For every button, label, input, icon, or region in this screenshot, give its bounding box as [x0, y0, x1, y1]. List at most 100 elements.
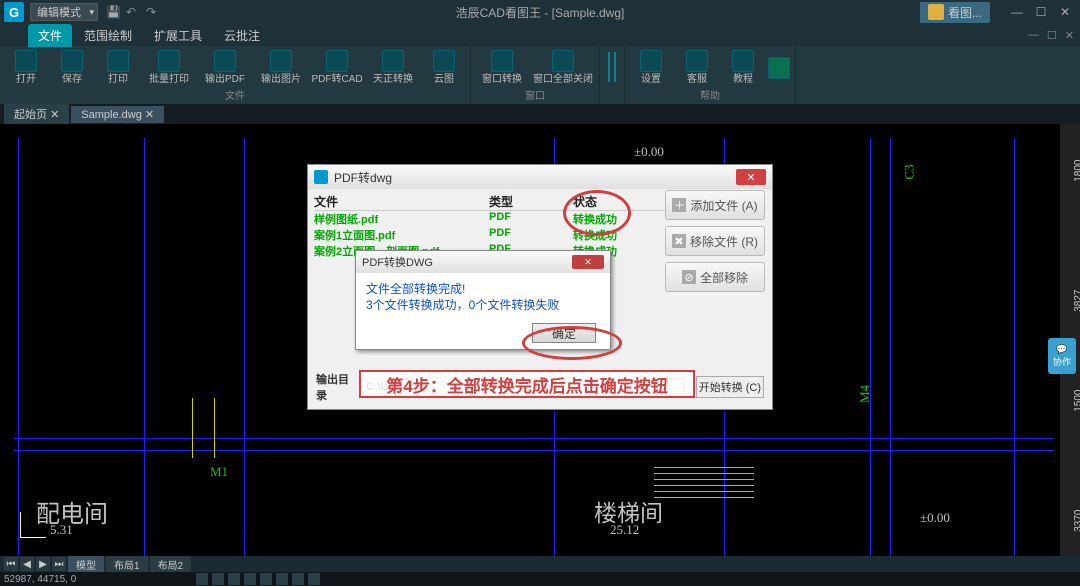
dialog-close-button[interactable]: ✕: [736, 169, 766, 185]
window-switch-button[interactable]: 窗口转换: [475, 48, 529, 87]
tab-file[interactable]: 文件: [28, 24, 72, 47]
print-button[interactable]: 打印: [96, 48, 140, 87]
start-convert-button[interactable]: 开始转换 (C): [696, 376, 764, 398]
tab-sample-dwg[interactable]: Sample.dwg ✕: [71, 106, 164, 123]
snap-icon[interactable]: [196, 573, 208, 585]
close-all-button[interactable]: 窗口全部关闭: [531, 48, 595, 87]
grid-icon[interactable]: [212, 573, 224, 585]
collab-float-button[interactable]: 💬 协作: [1048, 338, 1076, 374]
dynopt-icon[interactable]: [308, 573, 320, 585]
app-title: 浩辰CAD看图王 - [Sample.dwg]: [456, 4, 625, 21]
maximize-button[interactable]: ☐: [1030, 3, 1052, 21]
save-icon[interactable]: 💾: [106, 5, 120, 19]
avatar-icon: [928, 4, 944, 20]
remove-all-button[interactable]: ⊘全部移除: [665, 262, 765, 292]
col-file: 文件: [314, 193, 489, 210]
titlebar: G 编辑模式 💾 ↶ ↷ 浩辰CAD看图王 - [Sample.dwg] 看图.…: [0, 0, 1080, 24]
room-dim: 5.31: [50, 522, 73, 538]
minimize-button[interactable]: —: [1006, 3, 1028, 21]
tab-cloud[interactable]: 云批注: [214, 24, 270, 47]
tutorial-button[interactable]: 教程: [721, 48, 765, 87]
group-label: 文件: [4, 87, 466, 104]
mdi-restore[interactable]: ☐: [1047, 29, 1057, 42]
close-icon[interactable]: ✕: [145, 109, 154, 121]
quick-access-toolbar: 💾 ↶ ↷: [106, 5, 160, 19]
add-file-button[interactable]: ＋添加文件 (A): [665, 190, 765, 220]
more-button[interactable]: [767, 48, 791, 87]
batch-print-button[interactable]: 批量打印: [142, 48, 196, 87]
menubar: 文件 范围绘制 扩展工具 云批注 — ☐ ✕: [0, 24, 1080, 46]
ok-button[interactable]: 确定: [532, 323, 596, 343]
print-icon: [107, 50, 129, 72]
osnap-icon[interactable]: [260, 573, 272, 585]
ruler-value: 1500: [1073, 390, 1080, 412]
msgbox-title: PDF转换DWG: [362, 254, 433, 270]
cloud-icon: [433, 50, 455, 72]
grid-icon: [768, 57, 790, 79]
undo-icon[interactable]: ↶: [126, 5, 140, 19]
clear-icon: ⊘: [682, 270, 696, 284]
tab-layout2[interactable]: 布局2: [150, 556, 192, 573]
batch-print-icon: [158, 50, 180, 72]
msgbox-titlebar[interactable]: PDF转换DWG ✕: [356, 251, 610, 273]
mdi-min[interactable]: —: [1028, 29, 1039, 42]
window-icon: [491, 50, 513, 72]
settings-button[interactable]: 设置: [629, 48, 673, 87]
tianzheng-button[interactable]: 天正转换: [366, 48, 420, 87]
remove-file-button[interactable]: ✖移除文件 (R): [665, 226, 765, 256]
ribbon: 打开 保存 打印 批量打印 输出PDF 输出图片 PDF转CAD 天正转换 云图…: [0, 46, 1080, 104]
app-logo: G: [4, 2, 24, 22]
close-icon[interactable]: ✕: [50, 109, 59, 121]
dialog-titlebar[interactable]: PDF转dwg ✕: [308, 165, 772, 189]
col-type: 类型: [489, 193, 573, 210]
otrack-icon[interactable]: [276, 573, 288, 585]
open-button[interactable]: 打开: [4, 48, 48, 87]
help-icon: [732, 50, 754, 72]
nav-prev[interactable]: ◀: [20, 557, 34, 571]
tab-layout1[interactable]: 布局1: [106, 556, 148, 573]
group-label: 帮助: [629, 87, 791, 104]
tab-draw[interactable]: 范围绘制: [74, 24, 142, 47]
ribbon-group-window: 窗口转换 窗口全部关闭 窗口: [471, 46, 600, 104]
dim-annotation: ±0.00: [920, 510, 950, 526]
convert-icon: [326, 50, 348, 72]
nav-last[interactable]: ⏭: [52, 557, 66, 571]
pdf-to-cad-button[interactable]: PDF转CAD: [310, 48, 364, 87]
export-image-button[interactable]: 输出图片: [254, 48, 308, 87]
x-icon: ✖: [672, 234, 686, 248]
dialog-side-buttons: ＋添加文件 (A) ✖移除文件 (R) ⊘全部移除: [665, 190, 765, 292]
support-button[interactable]: 客服: [675, 48, 719, 87]
coordinates: 52987, 44715, 0: [4, 574, 76, 585]
redo-icon[interactable]: ↷: [146, 5, 160, 19]
close-button[interactable]: ✕: [1054, 3, 1076, 21]
mdi-close[interactable]: ✕: [1065, 29, 1074, 42]
tutorial-annotation: 第4步：全部转换完成后点击确定按钮: [359, 370, 695, 398]
tab-model[interactable]: 模型: [68, 556, 104, 573]
tag-c3: C3: [902, 164, 918, 179]
ribbon-group-help: 设置 客服 教程 帮助: [625, 46, 796, 104]
group-label: 窗口: [475, 87, 595, 104]
lwclean-icon[interactable]: [292, 573, 304, 585]
tz-icon: [382, 50, 404, 72]
tab-start-page[interactable]: 起始页 ✕: [4, 104, 69, 124]
tab-tools[interactable]: 扩展工具: [144, 24, 212, 47]
user-account[interactable]: 看图...: [920, 2, 990, 23]
cloud-button[interactable]: 云图: [422, 48, 466, 87]
polar-icon[interactable]: [244, 573, 256, 585]
folder-icon: [15, 50, 37, 72]
mode-select[interactable]: 编辑模式: [30, 3, 98, 21]
close-all-icon: [552, 50, 574, 72]
ruler-value: 3370: [1073, 510, 1080, 532]
ruler-value: 1800: [1073, 160, 1080, 182]
tag-m1: M1: [210, 464, 228, 480]
save-button[interactable]: 保存: [50, 48, 94, 87]
chat-icon: 💬: [1056, 344, 1067, 355]
nav-next[interactable]: ▶: [36, 557, 50, 571]
msgbox-close-button[interactable]: ✕: [572, 255, 604, 269]
export-pdf-button[interactable]: 输出PDF: [198, 48, 252, 87]
nav-first[interactable]: ⏮: [4, 557, 18, 571]
ortho-icon[interactable]: [228, 573, 240, 585]
msg-line: 文件全部转换完成!: [366, 281, 600, 297]
image-icon: [270, 50, 292, 72]
msgbox-body: 文件全部转换完成! 3个文件转换成功，0个文件转换失败: [356, 273, 610, 321]
